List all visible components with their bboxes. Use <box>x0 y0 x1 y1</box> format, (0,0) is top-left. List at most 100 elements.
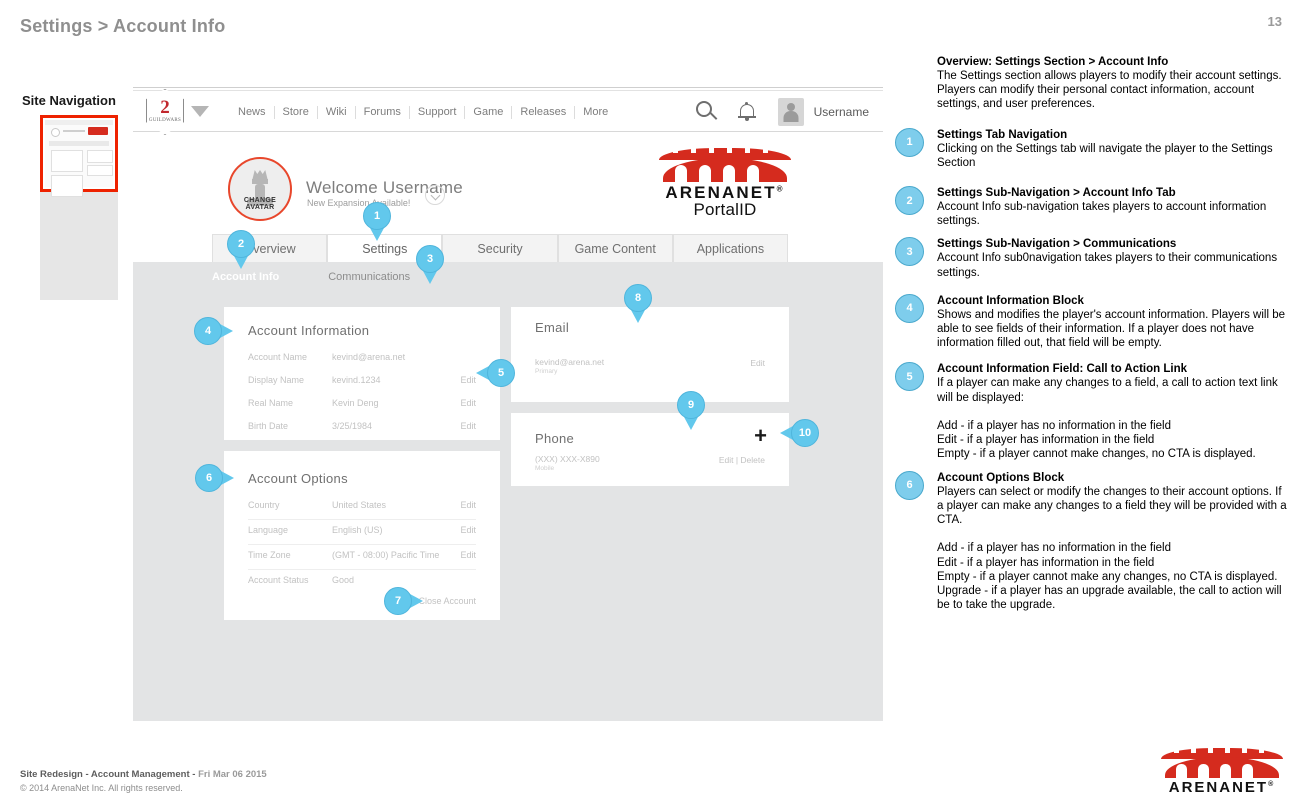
field-label: Birth Date <box>248 421 289 431</box>
annotation-body: Account Info sub0navigation takes player… <box>937 252 1278 279</box>
arch-notch <box>727 148 732 153</box>
annotation-body: If a player can make any changes to a fi… <box>937 377 1278 461</box>
pin-number: 4 <box>194 317 222 345</box>
bell-icon[interactable] <box>737 102 756 122</box>
field-value: 3/25/1984 <box>332 421 373 431</box>
arenanet-wordmark: ARENANET® <box>1157 779 1287 796</box>
footer-date: Fri Mar 06 2015 <box>198 769 267 780</box>
nav-link-store[interactable]: Store <box>273 105 317 119</box>
email-cta-edit[interactable]: Edit <box>750 358 765 368</box>
site-navigation-thumbnail-selected[interactable] <box>40 115 118 197</box>
pin-number: 3 <box>416 245 444 273</box>
thumbnail-inner <box>45 120 113 197</box>
arch-notch <box>763 148 768 153</box>
annotation-body: Players can select or modify the changes… <box>937 485 1287 612</box>
option-cta-edit[interactable]: Edit <box>460 550 476 560</box>
annotation-number: 3 <box>895 237 924 267</box>
nav-link-news[interactable]: News <box>230 106 274 119</box>
arenanet-portalid-logo: ARENANET® PortalID <box>655 148 795 220</box>
option-cta-edit[interactable]: Edit <box>460 525 476 535</box>
annotation-body: Account Info sub-navigation takes player… <box>937 201 1267 228</box>
callout-pin-1: 1 <box>363 202 391 241</box>
nav-link-more[interactable]: More <box>574 105 616 119</box>
bell-clapper <box>744 118 749 121</box>
arenanet-footer-logo: ARENANET® <box>1157 748 1287 796</box>
callout-pin-8: 8 <box>624 284 652 323</box>
arch-notch <box>1191 748 1196 753</box>
pin-number: 8 <box>624 284 652 312</box>
option-cta-edit[interactable]: Edit <box>460 500 476 510</box>
portalid-text: PortalID <box>693 200 757 219</box>
add-phone-icon[interactable]: + <box>754 425 767 447</box>
arch-notch <box>1208 748 1213 753</box>
close-account-link[interactable]: Close Account <box>418 596 476 606</box>
annotation-number: 5 <box>895 362 924 392</box>
tab-game-content[interactable]: Game Content <box>557 234 673 262</box>
thumbnail-topbar <box>45 120 113 125</box>
annotation-text: Settings Tab Navigation Clicking on the … <box>937 128 1290 170</box>
nav-link-releases[interactable]: Releases <box>511 105 574 119</box>
pin-number: 5 <box>487 359 515 387</box>
change-avatar-button[interactable]: CHANGE AVATAR <box>228 157 292 221</box>
arch-column <box>1242 764 1253 778</box>
pin-number: 2 <box>227 230 255 258</box>
page-number: 13 <box>1267 14 1282 29</box>
chevron-down-icon[interactable] <box>191 106 209 117</box>
callout-pin-10: 10 <box>780 419 819 447</box>
avatar-body <box>783 111 799 122</box>
nav-link-support[interactable]: Support <box>408 105 465 119</box>
annotation-title: Overview: Settings Section > Account Inf… <box>937 56 1169 68</box>
annotation-title: Settings Tab Navigation <box>937 128 1068 141</box>
annotation-title: Account Information Field: Call to Actio… <box>937 363 1188 376</box>
welcome-subtext: New Expansion Available! <box>307 198 411 208</box>
annotation-text: Account Information Block Shows and modi… <box>937 294 1290 351</box>
field-value: kevind@arena.net <box>332 352 406 362</box>
avatar[interactable] <box>777 98 804 126</box>
callout-pin-5: 5 <box>476 359 515 387</box>
guildwars-wordmark: GUILDWARS <box>148 118 182 124</box>
avatar-head <box>786 103 795 111</box>
option-label: Country <box>248 500 280 510</box>
email-value: kevind@arena.net <box>535 357 605 367</box>
nav-link-game[interactable]: Game <box>464 105 511 119</box>
dragon-glyph: 2 <box>160 97 170 119</box>
subnav-account-info[interactable]: Account Info <box>212 271 279 283</box>
thumbnail-card <box>51 150 83 172</box>
nav-link-forums[interactable]: Forums <box>354 105 409 119</box>
annotation-number: 2 <box>895 186 924 216</box>
field-cta-edit[interactable]: Edit <box>460 375 476 385</box>
annotation-overview: Overview: Settings Section > Account Inf… <box>895 55 1290 112</box>
annotation-number: 4 <box>895 293 924 323</box>
field-value: Kevin Deng <box>332 398 379 408</box>
thumbnail-brand-icon <box>88 127 108 135</box>
annotation-6: 6 Account Options Block Players can sele… <box>895 470 1290 613</box>
avatar-crown <box>252 170 268 179</box>
annotation-text: Settings Sub-Navigation > Account Info T… <box>937 186 1290 228</box>
chevron-down-icon[interactable] <box>425 185 445 205</box>
field-birth-date: Birth Date 3/25/1984 Edit <box>248 416 476 441</box>
username-label[interactable]: Username <box>814 105 869 119</box>
pin-number: 1 <box>363 202 391 230</box>
annotation-body: The Settings section allows players to m… <box>937 70 1282 111</box>
thumbnail-nav-line <box>63 130 85 132</box>
email-block: Email kevind@arena.net Primary Edit <box>511 307 789 402</box>
annotation-5: 5 Account Information Field: Call to Act… <box>895 362 1290 461</box>
guildwars2-logo-icon[interactable]: 2 GUILDWARS <box>146 89 184 135</box>
field-cta-edit[interactable]: Edit <box>460 398 476 408</box>
search-icon[interactable] <box>695 101 718 123</box>
tab-applications[interactable]: Applications <box>672 234 789 262</box>
tab-security[interactable]: Security <box>442 234 558 262</box>
pin-number: 7 <box>384 587 412 615</box>
arch-notch <box>1174 748 1179 753</box>
phone-sub-label: Mobile <box>535 465 555 472</box>
subnav-communications[interactable]: Communications <box>328 271 410 283</box>
arch-column <box>747 165 759 182</box>
option-account-status: Account Status Good <box>248 570 476 595</box>
field-label: Account Name <box>248 352 308 362</box>
phone-cta-edit-delete[interactable]: Edit | Delete <box>719 455 765 465</box>
option-label: Account Status <box>248 575 309 585</box>
field-cta-edit[interactable]: Edit <box>460 421 476 431</box>
arch-column <box>1198 764 1209 778</box>
nav-link-wiki[interactable]: Wiki <box>316 105 355 119</box>
window-top-border-2 <box>133 90 883 91</box>
